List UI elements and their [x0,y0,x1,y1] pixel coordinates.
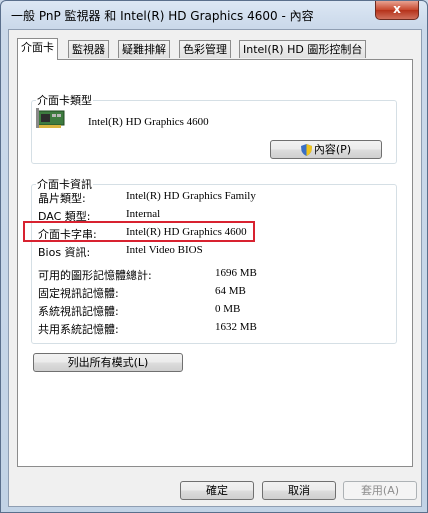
properties-window: 一般 PnP 監視器 和 Intel(R) HD Graphics 4600 -… [0,0,428,513]
tab-color-management[interactable]: 色彩管理 [179,40,231,58]
adapter-properties-button[interactable]: 內容(P) [270,140,382,159]
bios-info-label: Bios 資訊: [38,246,91,259]
window-title: 一般 PnP 監視器 和 Intel(R) HD Graphics 4600 -… [11,9,314,23]
system-video-memory-value: 0 MB [215,303,241,315]
uac-shield-icon [300,144,312,156]
adapter-tab-panel: 介面卡類型 Intel(R) HD Graphics 4600 內容(P) 介面… [17,59,413,467]
total-graphics-memory-label: 可用的圖形記憶體總計: [38,269,152,282]
ok-button[interactable]: 確定 [180,481,254,500]
shared-system-memory-value: 1632 MB [215,321,257,333]
bios-info-value: Intel Video BIOS [126,244,203,256]
tab-monitor[interactable]: 監視器 [68,40,109,58]
dedicated-video-memory-value: 64 MB [215,285,246,297]
close-button[interactable]: x [375,1,419,20]
dac-type-value: Internal [126,208,161,220]
adapter-name: Intel(R) HD Graphics 4600 [88,116,209,128]
tab-adapter[interactable]: 介面卡 [17,38,58,60]
chip-type-label: 晶片類型: [38,192,86,205]
total-graphics-memory-value: 1696 MB [215,267,257,279]
list-all-modes-button[interactable]: 列出所有模式(L) [33,353,183,372]
graphics-card-icon [36,108,65,128]
dedicated-video-memory-label: 固定視訊記憶體: [38,287,119,300]
cancel-button[interactable]: 取消 [262,481,336,500]
dialog-client-area: 介面卡 監視器 疑難排解 色彩管理 Intel(R) HD 圖形控制台 介面卡類… [8,29,422,507]
title-bar[interactable]: 一般 PnP 監視器 和 Intel(R) HD Graphics 4600 -… [1,1,427,27]
system-video-memory-label: 系統視訊記憶體: [38,305,119,318]
shared-system-memory-label: 共用系統記憶體: [38,323,119,336]
chip-type-value: Intel(R) HD Graphics Family [126,190,256,202]
tab-intel-graphics-control[interactable]: Intel(R) HD 圖形控制台 [239,40,367,58]
tab-troubleshoot[interactable]: 疑難排解 [118,40,170,58]
dedicated-memory-highlight [23,221,255,242]
apply-button[interactable]: 套用(A) [343,481,417,500]
adapter-properties-label: 內容(P) [313,143,352,156]
